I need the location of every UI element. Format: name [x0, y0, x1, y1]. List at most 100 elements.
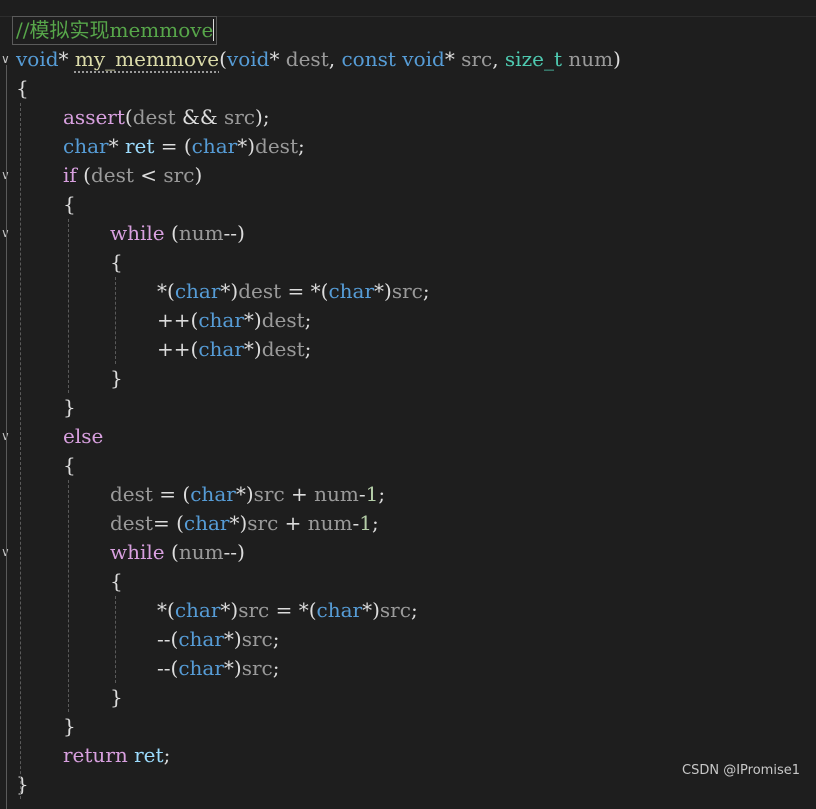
outline-bar: [6, 442, 7, 751]
code-line[interactable]: ++(char*)dest;: [0, 306, 816, 335]
code-token: ,: [492, 47, 505, 71]
code-token: ret: [124, 134, 155, 158]
code-line[interactable]: dest= (char*)src + num-1;: [0, 509, 816, 538]
code-text: }: [16, 770, 29, 799]
code-line[interactable]: char* ret = (char*)dest;: [0, 132, 816, 161]
code-token: dest: [261, 337, 305, 361]
code-token: dest: [90, 163, 134, 187]
code-token: ;: [304, 308, 312, 332]
code-text: char* ret = (char*)dest;: [63, 132, 305, 161]
code-token: );: [255, 105, 270, 129]
code-token: char: [63, 134, 109, 158]
editor-top-bar: [0, 0, 816, 17]
code-text: //模拟实现memmove: [16, 16, 215, 45]
code-line[interactable]: *(char*)src = *(char*)src;: [0, 596, 816, 625]
code-token: else: [63, 424, 104, 448]
code-token: dest: [285, 47, 329, 71]
code-line[interactable]: --(char*)src;: [0, 625, 816, 654]
code-token: while: [110, 540, 165, 564]
code-token: *): [223, 656, 242, 680]
code-line[interactable]: //模拟实现memmove: [0, 16, 816, 45]
code-token: void: [402, 47, 445, 71]
code-token: (: [164, 540, 179, 564]
code-token: ++(: [157, 308, 199, 332]
code-token: char: [178, 656, 224, 680]
code-token: *: [58, 47, 75, 71]
code-token: ;: [272, 627, 280, 651]
code-line[interactable]: {: [0, 248, 816, 277]
code-token: my_memmove: [74, 47, 220, 71]
code-text: {: [110, 567, 123, 596]
code-token: assert: [63, 105, 125, 129]
code-line[interactable]: --(char*)src;: [0, 654, 816, 683]
code-token: ,: [328, 47, 342, 71]
code-text: --(char*)src;: [157, 654, 280, 683]
indent-guide: [115, 277, 116, 364]
code-token: num: [178, 540, 224, 564]
code-token: src: [238, 598, 270, 622]
code-line[interactable]: {: [0, 74, 816, 103]
code-token: (: [76, 163, 91, 187]
code-token: void: [226, 47, 270, 71]
code-text: *(char*)src = *(char*)src;: [157, 596, 418, 625]
code-line[interactable]: }: [0, 683, 816, 712]
code-token: +: [278, 511, 308, 535]
code-token: 1: [359, 511, 373, 535]
code-token: }: [110, 685, 123, 709]
code-line[interactable]: ∨ while (num--): [0, 219, 816, 248]
code-line[interactable]: ++(char*)dest;: [0, 335, 816, 364]
indent-guide: [20, 103, 21, 799]
code-token: --): [223, 221, 245, 245]
code-token: }: [110, 366, 123, 390]
indent-guide: [115, 596, 116, 683]
code-text: dest= (char*)src + num-1;: [110, 509, 379, 538]
code-line[interactable]: {: [0, 190, 816, 219]
code-token: char: [198, 337, 244, 361]
code-token: ;: [410, 598, 418, 622]
code-line[interactable]: }: [0, 393, 816, 422]
code-line[interactable]: }: [0, 712, 816, 741]
code-text: --(char*)src;: [157, 625, 280, 654]
code-token: src: [247, 511, 279, 535]
code-editor[interactable]: //模拟实现memmove ∨ void* my_memmove(void* des…: [0, 16, 816, 809]
code-token: char: [174, 598, 221, 622]
code-line[interactable]: dest = (char*)src + num-1;: [0, 480, 816, 509]
code-text: while (num--): [110, 538, 245, 567]
code-token: }: [63, 714, 76, 738]
code-text: dest = (char*)src + num-1;: [110, 480, 385, 509]
code-token: *: [269, 47, 286, 71]
code-token: src: [461, 47, 493, 71]
code-text: }: [110, 683, 123, 712]
code-text: {: [63, 190, 76, 219]
code-line[interactable]: ∨ void* my_memmove(void* dest, const void…: [0, 45, 816, 74]
code-token: *): [235, 482, 254, 506]
code-text: {: [110, 248, 123, 277]
code-text: }: [63, 393, 76, 422]
code-text: }: [63, 712, 76, 741]
code-token: num: [568, 47, 614, 71]
code-token: ;: [422, 279, 430, 303]
code-token: void: [16, 47, 59, 71]
code-token: *): [243, 308, 262, 332]
code-line[interactable]: assert(dest && src);: [0, 103, 816, 132]
code-text: void* my_memmove(void* dest, const void*…: [16, 45, 621, 74]
code-line[interactable]: ∨ else: [0, 422, 816, 451]
indent-guide: [68, 219, 69, 393]
code-token: size_t: [504, 47, 562, 71]
outline-bar: [6, 181, 7, 432]
code-line[interactable]: }: [0, 364, 816, 393]
fold-chevron-icon[interactable]: ∨: [1, 53, 11, 65]
code-line[interactable]: ∨ while (num--): [0, 538, 816, 567]
code-line[interactable]: {: [0, 451, 816, 480]
code-token: 1: [365, 482, 379, 506]
code-line[interactable]: ∨ if (dest < src): [0, 161, 816, 190]
code-token: ;: [272, 656, 280, 680]
code-token: *): [237, 134, 256, 158]
code-line[interactable]: {: [0, 567, 816, 596]
code-token: //模拟实现memmove: [16, 18, 214, 42]
code-text: if (dest < src): [63, 161, 202, 190]
code-token: *): [220, 598, 239, 622]
code-line[interactable]: *(char*)dest = *(char*)src;: [0, 277, 816, 306]
code-text: return ret;: [63, 741, 170, 770]
code-token: src: [391, 279, 423, 303]
